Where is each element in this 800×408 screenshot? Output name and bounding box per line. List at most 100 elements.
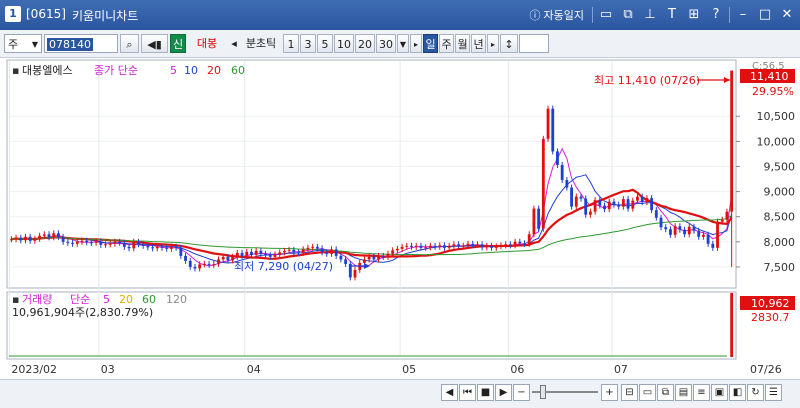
period-week-button[interactable]: 주: [439, 34, 454, 53]
zoom-slider-handle[interactable]: [540, 385, 546, 399]
scroll-left-icon[interactable]: ◀: [441, 384, 458, 401]
grid-icon[interactable]: ⊞: [685, 6, 703, 24]
candle: [221, 256, 225, 260]
text-icon[interactable]: T: [663, 6, 681, 24]
candle: [537, 208, 541, 229]
candle: [560, 164, 564, 181]
zoom-out-icon[interactable]: −: [513, 384, 530, 401]
link-icon[interactable]: ⧉: [619, 6, 637, 24]
minute-button[interactable]: 10: [334, 34, 354, 53]
candle: [259, 250, 263, 254]
zoom-in-icon[interactable]: +: [601, 384, 618, 401]
sound-button[interactable]: ◀▮: [141, 34, 168, 53]
candle: [457, 244, 461, 246]
candle: [443, 245, 446, 248]
help-icon[interactable]: ?: [707, 6, 725, 24]
window-icon[interactable]: ▭: [597, 6, 615, 24]
candle: [589, 211, 592, 215]
candle: [278, 252, 282, 255]
chevron-right-icon[interactable]: ▸: [410, 34, 422, 53]
ma-period-20: 20: [207, 64, 221, 77]
x-tick-label: 06: [510, 363, 524, 376]
stock-code-input[interactable]: 078140: [44, 34, 118, 53]
minute-button[interactable]: 5: [317, 34, 333, 53]
candle: [480, 244, 484, 248]
candle: [452, 244, 456, 246]
candle: [254, 250, 258, 255]
candle: [165, 247, 169, 249]
window-title: 키움미니차트: [72, 9, 139, 23]
chart-area[interactable]: 7,500 8,000 8,500 9,000 9,500 10,000 10,500 20…: [0, 57, 800, 379]
first-icon[interactable]: ⏮: [459, 384, 476, 401]
period-day-button[interactable]: 일: [423, 34, 438, 53]
candle: [174, 246, 178, 248]
candle: [424, 247, 428, 249]
y-tick-label: 10,000: [757, 135, 796, 148]
copy-icon[interactable]: ⧉: [657, 384, 674, 401]
candle: [631, 200, 635, 209]
count-input[interactable]: [519, 34, 549, 53]
window-icon[interactable]: ▭: [639, 384, 656, 401]
candle: [61, 236, 65, 242]
candle: [367, 256, 371, 260]
chart-svg[interactable]: 7,500 8,000 8,500 9,000 9,500 10,000 10,500 20…: [0, 57, 800, 379]
chevron-right-icon[interactable]: ▸: [487, 34, 499, 53]
candle: [476, 244, 479, 246]
period-year-button[interactable]: 년: [471, 34, 486, 53]
candle: [85, 240, 89, 243]
new-stock-button[interactable]: 신: [170, 34, 186, 53]
pin-icon[interactable]: ⊥: [641, 6, 659, 24]
search-button[interactable]: ⌕: [120, 34, 139, 53]
minute-button[interactable]: 20: [355, 34, 375, 53]
candle: [207, 263, 211, 265]
candle: [654, 210, 658, 218]
candle: [579, 196, 583, 199]
candle: [235, 252, 239, 257]
candle: [268, 255, 272, 257]
candle: [556, 151, 559, 165]
restore-icon[interactable]: □: [756, 6, 774, 24]
candle: [725, 211, 729, 220]
close-icon[interactable]: ✕: [778, 6, 796, 24]
candle: [334, 249, 338, 256]
candle: [650, 198, 654, 211]
minute-button[interactable]: 1: [283, 34, 299, 53]
scroll-left-icon[interactable]: ◂: [228, 34, 240, 53]
candle: [697, 230, 701, 237]
stop-icon[interactable]: ■: [477, 384, 494, 401]
refresh-icon[interactable]: ↻: [747, 384, 764, 401]
candle: [57, 233, 60, 237]
chevron-down-icon[interactable]: ▼: [397, 34, 409, 53]
save-icon[interactable]: ◧: [729, 384, 746, 401]
window-number-badge: 1: [5, 6, 21, 22]
y-tick-label: 8,000: [764, 236, 796, 249]
minute-button[interactable]: 30: [376, 34, 396, 53]
auto-journal-button[interactable]: ⓘ 자동일지: [530, 7, 584, 23]
candle: [80, 240, 84, 242]
candle: [155, 246, 159, 249]
play-icon[interactable]: ▶: [495, 384, 512, 401]
candle: [598, 200, 602, 206]
candle: [245, 251, 249, 256]
minute-button[interactable]: 3: [300, 34, 316, 53]
candle: [52, 233, 56, 238]
candle: [188, 260, 192, 267]
grid-icon[interactable]: ⊟: [621, 384, 638, 401]
menu-icon[interactable]: ☰: [765, 384, 782, 401]
period-month-button[interactable]: 월: [455, 34, 470, 53]
market-select[interactable]: 주 ▼: [4, 34, 42, 53]
chart-toolbar: 주 ▼ 078140 ⌕ ◀▮ 신 대봉 ◂ 분초틱 1 3 5 10 20 3…: [0, 30, 800, 58]
print-icon[interactable]: ▣: [711, 384, 728, 401]
minimize-icon[interactable]: –: [734, 6, 752, 24]
candle: [89, 242, 93, 244]
candle: [113, 241, 117, 244]
bars-icon[interactable]: ▤: [675, 384, 692, 401]
candle: [315, 246, 319, 249]
settings-icon[interactable]: ≡: [693, 384, 710, 401]
candle: [612, 201, 616, 205]
market-value: 주: [8, 38, 19, 51]
candle: [9, 239, 13, 241]
updown-arrow-icon[interactable]: ↕: [500, 34, 518, 53]
candle: [508, 244, 512, 246]
candle: [664, 227, 668, 230]
